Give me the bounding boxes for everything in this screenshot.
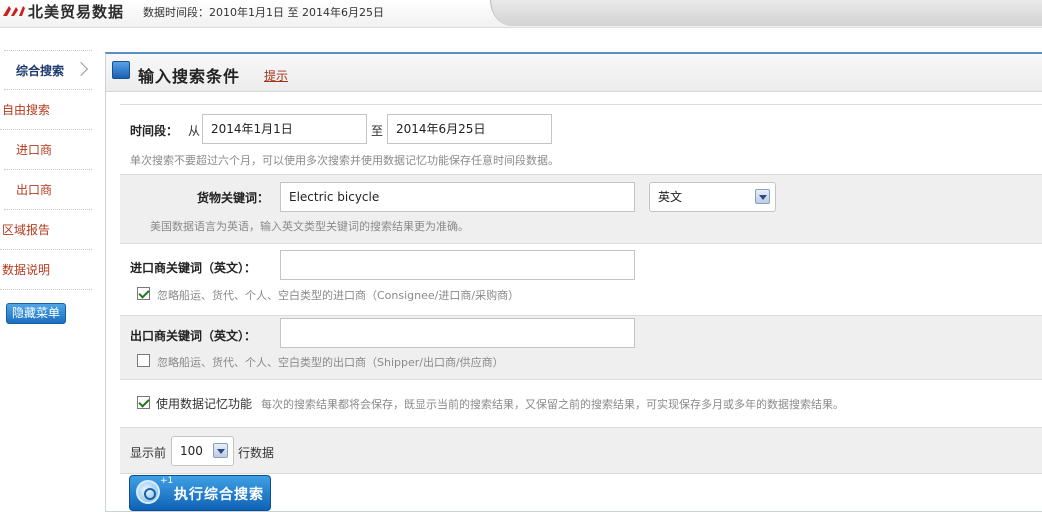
ignore-exporter-label: 忽略船运、货代、个人、空白类型的出口商（Shipper/出口商/供应商） — [157, 356, 504, 369]
magnifier-icon — [136, 480, 160, 504]
time-range-note: 单次搜索不要超过六个月，可以使用多次搜索并使用数据记忆功能保存任意时间段数据。 — [130, 154, 559, 167]
data-date-range: 数据时间段：2010年1月1日 至 2014年6月25日 — [143, 6, 384, 19]
sidebar-item-data-description[interactable]: 数据说明 — [0, 250, 92, 290]
exporter-keyword-input[interactable] — [280, 318, 635, 348]
row-count-select[interactable]: 100 — [171, 436, 234, 466]
sidebar-item-regional-report[interactable]: 区域报告 — [0, 210, 92, 250]
search-panel: 输入搜索条件 提示 时间段： 从 2014年1月1日 至 2014年6月25日 … — [105, 52, 1042, 512]
row-count-value: 100 — [180, 444, 203, 458]
sidebar-item-label: 进口商 — [16, 143, 53, 157]
sidebar-item-comprehensive-search[interactable]: 综合搜索 — [4, 50, 92, 90]
panel-icon — [112, 61, 130, 79]
data-memory-note: 每次的搜索结果都将会保存，既显示当前的搜索结果，又保留之前的搜索结果，可实现保存… — [261, 398, 844, 411]
panel-header: 输入搜索条件 提示 — [106, 54, 1042, 92]
ignore-importer-label: 忽略船运、货代、个人、空白类型的进口商（Consignee/进口商/采购商） — [157, 289, 520, 302]
goods-keyword-label: 货物关键词： — [197, 191, 270, 205]
exporter-keyword-row: 出口商关键词（英文）： 忽略船运、货代、个人、空白类型的出口商（Shipper/… — [120, 316, 1042, 380]
goods-keyword-input[interactable]: Electric bicycle — [280, 182, 635, 212]
ignore-exporter-checkbox[interactable] — [137, 354, 150, 367]
language-select-value: 英文 — [658, 190, 683, 204]
ignore-importer-checkbox[interactable] — [137, 287, 150, 300]
sidebar-item-label: 区域报告 — [2, 223, 51, 237]
search-form: 时间段： 从 2014年1月1日 至 2014年6月25日 单次搜索不要超过六个… — [120, 104, 1042, 474]
importer-keyword-label: 进口商关键词（英文）： — [130, 261, 257, 275]
show-suffix-label: 行数据 — [238, 446, 275, 460]
to-label: 至 — [371, 124, 384, 138]
language-select[interactable]: 英文 — [649, 182, 776, 212]
sidebar-item-importers[interactable]: 进口商 — [4, 130, 92, 170]
logo-icon — [3, 6, 25, 16]
chevron-right-icon — [73, 61, 89, 77]
hint-link[interactable]: 提示 — [264, 67, 288, 84]
app-title: 北美贸易数据 — [28, 3, 125, 21]
exporter-keyword-label: 出口商关键词（英文）： — [130, 329, 257, 343]
sidebar-item-label: 出口商 — [16, 183, 53, 197]
sidebar-item-label: 综合搜索 — [16, 64, 65, 78]
data-memory-row: 使用数据记忆功能 每次的搜索结果都将会保存，既显示当前的搜索结果，又保留之前的搜… — [120, 380, 1042, 428]
importer-keyword-row: 进口商关键词（英文）： 忽略船运、货代、个人、空白类型的进口商（Consigne… — [120, 244, 1042, 316]
goods-keyword-row: 货物关键词： Electric bicycle 英文 美国数据语言为英语，输入英… — [120, 175, 1042, 244]
execute-search-button[interactable]: +1 执行综合搜索 — [129, 475, 271, 511]
header-tab-decoration — [490, 0, 1042, 26]
panel-title: 输入搜索条件 — [138, 67, 241, 86]
sidebar-item-free-search[interactable]: 自由搜索 — [0, 90, 92, 130]
language-note: 美国数据语言为英语，输入英文类型关键词的搜索结果更为准确。 — [150, 220, 469, 233]
search-button-badge: +1 — [160, 476, 174, 486]
time-range-label: 时间段： — [130, 124, 179, 138]
sidebar: 综合搜索 自由搜索 进口商 出口商 区域报告 数据说明 — [0, 50, 92, 290]
start-date-field[interactable]: 2014年1月1日 — [202, 114, 367, 144]
from-label: 从 — [188, 124, 201, 138]
chevron-down-icon[interactable] — [755, 189, 770, 204]
end-date-field[interactable]: 2014年6月25日 — [387, 114, 552, 144]
show-prefix-label: 显示前 — [130, 446, 167, 460]
sidebar-item-label: 自由搜索 — [2, 103, 51, 117]
execute-search-label: 执行综合搜索 — [174, 487, 264, 503]
time-range-row: 时间段： 从 2014年1月1日 至 2014年6月25日 单次搜索不要超过六个… — [120, 105, 1042, 175]
chevron-down-icon[interactable] — [213, 443, 228, 458]
row-count-row: 显示前 100 行数据 — [120, 428, 1042, 474]
hide-menu-button[interactable]: 隐藏菜单 — [6, 303, 66, 324]
data-memory-checkbox[interactable] — [137, 396, 150, 409]
sidebar-item-exporters[interactable]: 出口商 — [4, 170, 92, 210]
top-header: 北美贸易数据 数据时间段：2010年1月1日 至 2014年6月25日 — [0, 0, 1042, 28]
data-memory-label: 使用数据记忆功能 — [156, 397, 253, 411]
importer-keyword-input[interactable] — [280, 250, 635, 280]
sidebar-item-label: 数据说明 — [2, 263, 51, 277]
